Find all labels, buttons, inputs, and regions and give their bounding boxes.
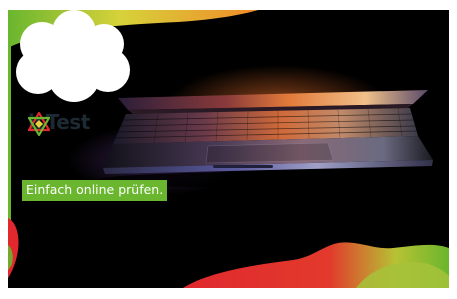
hexagram-logo-icon — [28, 112, 50, 136]
promo-banner: isTest Einfach online prüfen. — [8, 10, 449, 288]
logo-cloud — [16, 10, 130, 102]
page: isTest Einfach online prüfen. — [0, 0, 457, 299]
brand-logo: isTest — [28, 112, 90, 136]
tagline: Einfach online prüfen. — [22, 180, 168, 201]
